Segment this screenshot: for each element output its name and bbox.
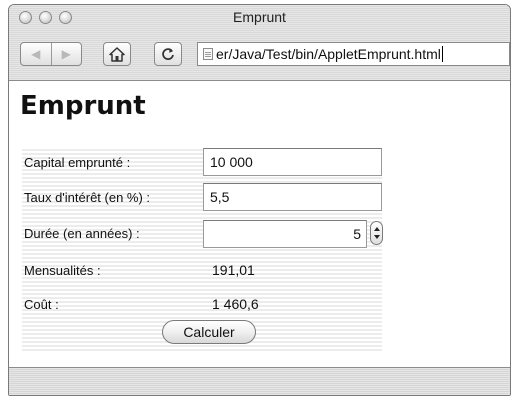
capital-input[interactable]: 10 000: [203, 148, 382, 176]
page-icon: [203, 48, 213, 60]
forward-arrow-icon: ▶: [61, 47, 71, 61]
capital-label: Capital emprunté :: [24, 155, 131, 170]
browser-toolbar: Emprunt ◀ ▶ er/Java/Test/bin/AppletEmpru: [9, 5, 510, 81]
mensualites-label: Mensualités :: [24, 263, 101, 278]
home-icon: [109, 46, 125, 62]
taux-label: Taux d'intérêt (en %) :: [24, 190, 151, 205]
taux-input[interactable]: 5,5: [203, 183, 382, 211]
reload-button[interactable]: [154, 42, 182, 66]
address-bar[interactable]: er/Java/Test/bin/AppletEmprunt.html: [197, 42, 510, 66]
back-button[interactable]: ◀: [21, 43, 52, 65]
duree-stepper[interactable]: [370, 221, 383, 245]
home-button[interactable]: [103, 42, 131, 66]
status-bar: [9, 367, 510, 395]
loan-applet: Capital emprunté : 10 000 Taux d'intérêt…: [22, 147, 383, 352]
duree-label: Durée (en années) :: [24, 226, 140, 241]
window-title: Emprunt: [233, 9, 286, 25]
reload-icon: [162, 48, 174, 60]
page-heading: Emprunt: [20, 91, 146, 121]
duree-input[interactable]: 5: [203, 220, 367, 248]
address-url: er/Java/Test/bin/AppletEmprunt.html: [216, 46, 441, 62]
back-forward-group: ◀ ▶: [20, 42, 82, 66]
calculer-button[interactable]: Calculer: [162, 320, 256, 344]
cout-value: 1 460,6: [212, 296, 259, 312]
browser-window: Emprunt ◀ ▶ er/Java/Test/bin/AppletEmpru: [8, 4, 511, 396]
forward-button[interactable]: ▶: [52, 43, 82, 65]
back-arrow-icon: ◀: [31, 47, 41, 61]
text-cursor: [441, 46, 443, 62]
mensualites-value: 191,01: [212, 262, 255, 278]
cout-label: Coût :: [24, 297, 59, 312]
page-content: Emprunt Capital emprunté : 10 000 Taux d…: [9, 81, 510, 366]
